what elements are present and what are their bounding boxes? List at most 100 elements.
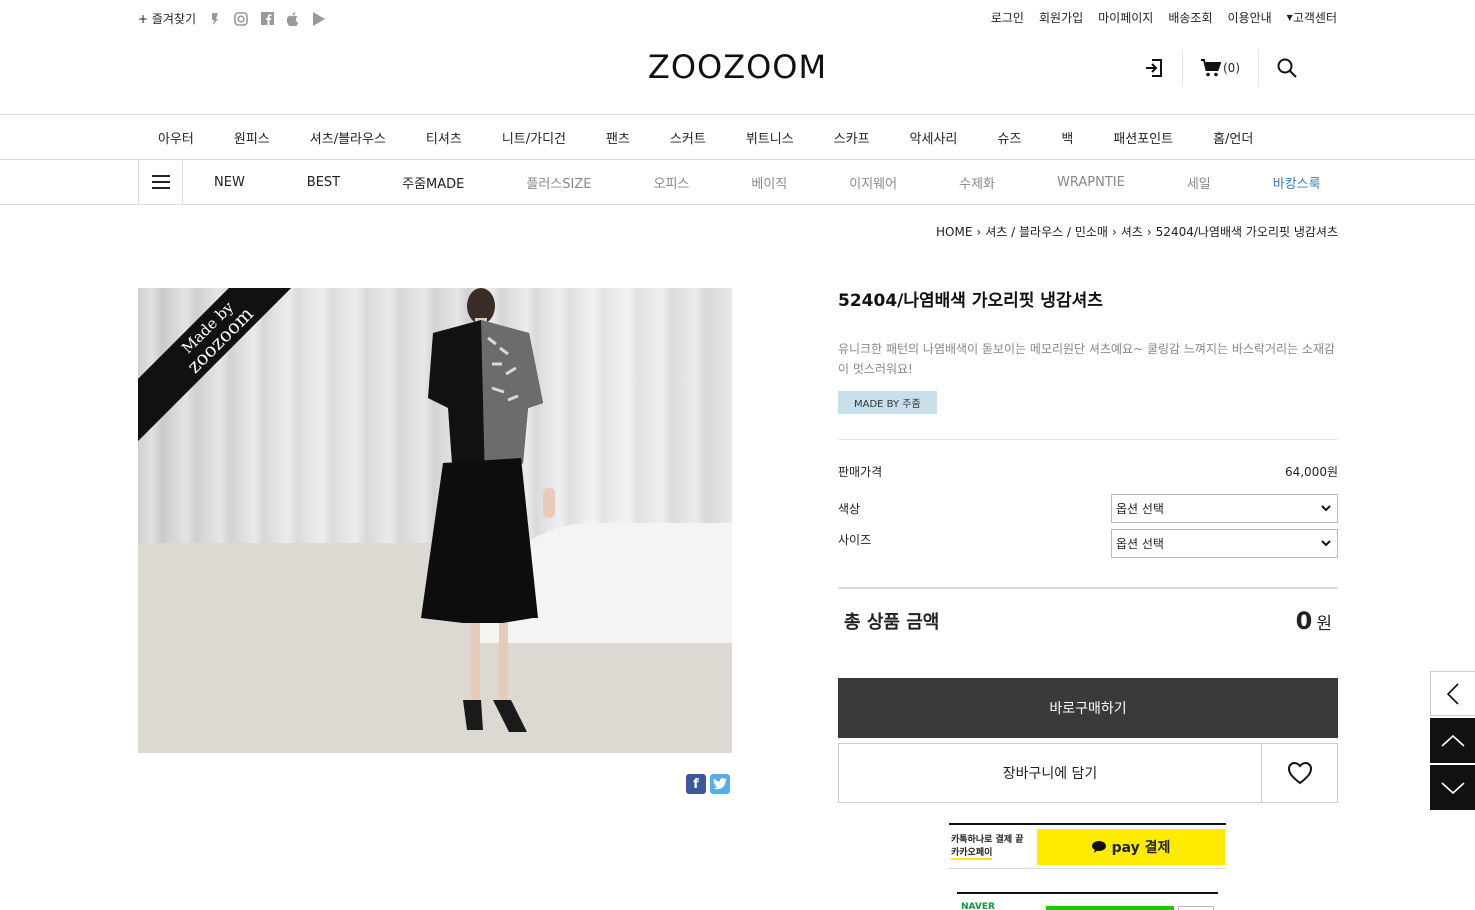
subnav-handmade-shoes[interactable]: 수제화 xyxy=(928,173,1026,192)
kakaopay-line1: 카톡하나로 결제 끝 xyxy=(951,834,1024,845)
kakaopay-line2: 카카오페이 xyxy=(951,847,993,860)
twitter-share-icon[interactable] xyxy=(710,774,730,794)
nav-item-shoes[interactable]: 슈즈 xyxy=(977,128,1041,147)
product-description: 유니크한 패턴의 나염배색이 돋보이는 메모리원단 셔츠예요~ 쿨링감 느껴지는… xyxy=(838,342,1336,376)
wishlist-button[interactable] xyxy=(1261,744,1337,802)
naverpay-section: NAVER xyxy=(957,892,1218,910)
nav-item-accessory[interactable]: 악세사리 xyxy=(890,128,978,147)
subnav-plus-size[interactable]: 플러스SIZE xyxy=(495,173,622,192)
color-label: 색상 xyxy=(838,502,861,516)
utility-links: 로그인 회원가입 마이페이지 배송조회 이용안내 ▼고객센터 xyxy=(991,9,1337,26)
customer-center-label: 고객센터 xyxy=(1292,11,1337,25)
naverpay-button[interactable] xyxy=(1046,906,1174,910)
menu-hamburger-icon[interactable] xyxy=(138,160,183,204)
breadcrumb-category[interactable]: 셔츠 / 블라우스 / 민소매 xyxy=(985,223,1108,240)
subnav-office[interactable]: 오피스 xyxy=(622,173,720,192)
kakaopay-text: 카톡하나로 결제 끝 카카오페이 xyxy=(949,834,1037,860)
chevron-right-icon: › xyxy=(976,224,982,239)
divider xyxy=(838,439,1338,440)
breadcrumb-subcategory[interactable]: 셔츠 xyxy=(1121,223,1143,240)
bookmark-link[interactable]: + 즐겨찾기 xyxy=(138,10,196,27)
nav-item-fitness[interactable]: 뷔트니스 xyxy=(726,128,814,147)
chevron-down-icon xyxy=(1440,781,1465,794)
subnav-vacance-look[interactable]: 바캉스룩 xyxy=(1242,173,1352,192)
chevron-down-icon xyxy=(1321,540,1331,547)
sub-nav: NEW BEST 주줌MADE 플러스SIZE 오피스 베이직 이지웨어 수제화… xyxy=(0,160,1475,205)
nav-item-scarf[interactable]: 스카프 xyxy=(814,128,890,147)
made-by-badge: MADE BY 주줌 xyxy=(838,391,937,414)
price-value: 64,000원 xyxy=(1284,465,1338,479)
utility-left: + 즐겨찾기 xyxy=(138,10,326,27)
color-select-value: 옵션 선택 xyxy=(1116,502,1164,516)
nav-item-bag[interactable]: 백 xyxy=(1041,128,1093,147)
mypage-link[interactable]: 마이페이지 xyxy=(1098,9,1153,26)
size-select[interactable]: 옵션 선택 xyxy=(1111,529,1338,558)
chevron-right-icon: › xyxy=(1146,224,1152,239)
scroll-bottom-button[interactable] xyxy=(1430,765,1475,810)
header-icons: (0) xyxy=(1126,50,1315,86)
nav-item-knit[interactable]: 니트/가디건 xyxy=(482,128,586,147)
search-icon xyxy=(1277,58,1297,78)
buy-now-button[interactable]: 바로구매하기 xyxy=(838,678,1338,738)
nav-item-home-under[interactable]: 홈/언더 xyxy=(1193,128,1273,147)
signup-link[interactable]: 회원가입 xyxy=(1039,9,1083,26)
nav-item-outer[interactable]: 아우터 xyxy=(138,128,214,147)
subnav-wrapntie[interactable]: WRAPNTIE xyxy=(1026,175,1156,190)
kakaostory-icon[interactable] xyxy=(208,12,222,26)
product-image[interactable]: Made by zoozoom xyxy=(138,288,732,753)
naver-label: NAVER xyxy=(961,902,995,910)
size-select-value: 옵션 선택 xyxy=(1116,537,1164,551)
subnav-basic[interactable]: 베이직 xyxy=(720,173,818,192)
nav-item-shirts[interactable]: 셔츠/블라우스 xyxy=(290,128,406,147)
subnav-zoozoom-made[interactable]: 주줌MADE xyxy=(371,173,495,192)
subnav-sale[interactable]: 세일 xyxy=(1156,173,1242,192)
utility-bar: + 즐겨찾기 로그인 회원가입 마이페이지 배송조회 이용안내 ▼고객센터 xyxy=(0,0,1475,36)
kakaopay-button[interactable]: pay 결제 xyxy=(1037,828,1225,865)
add-to-cart-button[interactable]: 장바구니에 담기 xyxy=(839,744,1261,802)
login-button[interactable] xyxy=(1126,50,1182,86)
speech-bubble-icon xyxy=(1091,840,1106,853)
breadcrumb: HOME › 셔츠 / 블라우스 / 민소매 › 셔츠 › 52404/나염배색… xyxy=(936,223,1338,240)
search-button[interactable] xyxy=(1258,50,1315,86)
chevron-up-icon xyxy=(1440,734,1465,747)
chevron-left-icon xyxy=(1447,682,1459,705)
divider xyxy=(838,587,1338,589)
product-title: 52404/나염배색 가오리핏 냉감셔츠 xyxy=(838,291,1103,311)
facebook-share-icon[interactable]: f xyxy=(686,774,706,794)
total-row: 총 상품 금액 0원 xyxy=(838,607,1338,635)
delivery-tracking-link[interactable]: 배송조회 xyxy=(1168,9,1212,26)
naverpay-wish-button[interactable] xyxy=(1178,906,1214,910)
apple-icon[interactable] xyxy=(286,11,300,26)
size-label: 사이즈 xyxy=(838,533,872,547)
cart-row: 장바구니에 담기 xyxy=(838,743,1338,803)
breadcrumb-current: 52404/나염배색 가오리핏 냉감셔츠 xyxy=(1155,225,1338,239)
total-unit: 원 xyxy=(1316,614,1332,634)
breadcrumb-home[interactable]: HOME xyxy=(936,225,972,239)
cart-count: (0) xyxy=(1223,61,1240,75)
nav-item-onepiece[interactable]: 원피스 xyxy=(214,128,290,147)
login-link[interactable]: 로그인 xyxy=(991,9,1024,26)
guide-link[interactable]: 이용안내 xyxy=(1228,9,1272,26)
chevron-right-icon: › xyxy=(1111,224,1117,239)
customer-center-link[interactable]: ▼고객센터 xyxy=(1287,9,1337,26)
nav-item-pants[interactable]: 팬츠 xyxy=(586,128,650,147)
nav-item-skirt[interactable]: 스커트 xyxy=(650,128,726,147)
scroll-top-button[interactable] xyxy=(1430,718,1475,763)
total-label: 총 상품 금액 xyxy=(844,612,940,633)
cart-button[interactable]: (0) xyxy=(1182,50,1258,86)
heart-icon xyxy=(1287,761,1312,785)
chevron-down-icon xyxy=(1321,505,1331,512)
subnav-easywear[interactable]: 이지웨어 xyxy=(818,173,928,192)
subnav-new[interactable]: NEW xyxy=(183,175,276,190)
facebook-icon[interactable] xyxy=(260,12,274,26)
model-figure xyxy=(421,288,555,732)
login-icon xyxy=(1146,59,1162,77)
kakaopay-button-label: pay 결제 xyxy=(1111,839,1171,856)
side-prev-button[interactable] xyxy=(1430,671,1475,716)
google-play-icon[interactable] xyxy=(312,11,326,26)
instagram-icon[interactable] xyxy=(234,11,248,26)
subnav-best[interactable]: BEST xyxy=(276,175,371,190)
color-select[interactable]: 옵션 선택 xyxy=(1111,494,1338,523)
nav-item-fashion-point[interactable]: 패션포인트 xyxy=(1093,128,1193,147)
nav-item-tshirts[interactable]: 티셔츠 xyxy=(406,128,482,147)
